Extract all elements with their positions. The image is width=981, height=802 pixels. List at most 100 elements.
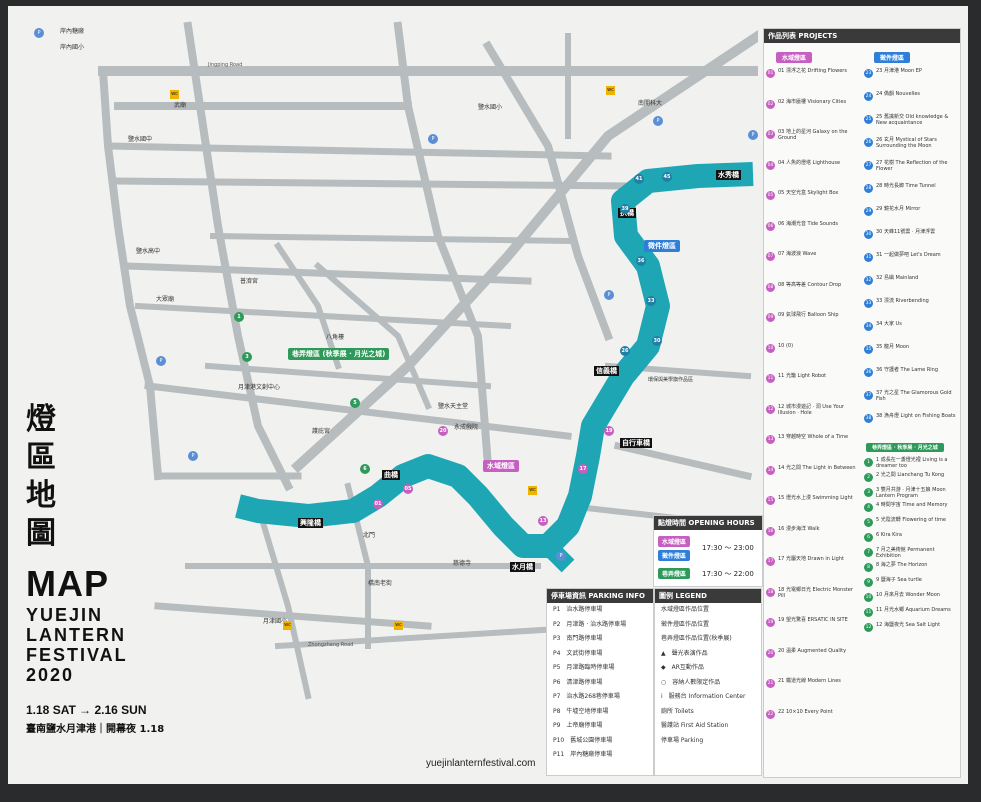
project-item[interactable]: 11 成長在一盞燈光裡 Living is a dreamer too (862, 455, 958, 470)
project-item[interactable]: 34 34 大家 Us (862, 319, 958, 342)
project-item[interactable]: 03 03 地上的星河 Galaxy on the Ground (764, 127, 860, 158)
hours-zone-alley: 巷弄燈區 (658, 568, 691, 579)
project-item[interactable]: 33 33 漂流 Riverbending (862, 296, 958, 319)
parking-marker[interactable]: P (34, 28, 44, 38)
project-item[interactable]: 06 06 海潮光音 Tide Sounds (764, 219, 860, 250)
project-item[interactable]: 35 35 龍月 Moon (862, 342, 958, 365)
project-item[interactable]: 22 光之間 Lianchang Tu Kong (862, 470, 958, 485)
project-marker[interactable]: 33 (646, 296, 656, 306)
project-item[interactable]: 04 04 人魚的燈塔 Lighthouse (764, 158, 860, 189)
project-item[interactable]: 12 12 城市漫遊記 · 洞 Use Your Illusion · Hole (764, 402, 860, 433)
project-item[interactable]: 28 28 時光長廊 Time Tunnel (862, 181, 958, 204)
project-item[interactable]: 66 Kira Kira (862, 530, 958, 545)
project-marker[interactable]: 1 (234, 312, 244, 322)
project-item[interactable]: 13 13 穿越時空 Whole of a Time (764, 432, 860, 463)
parking-marker[interactable]: P (188, 451, 198, 461)
project-marker[interactable]: 13 (538, 516, 548, 526)
project-item[interactable]: 33 雙月共游 · 月津十五娘 Moon Lantern Program (862, 485, 958, 500)
project-marker[interactable]: 20 (438, 426, 448, 436)
project-item[interactable]: 20 20 溫柔 Augmented Quality (764, 646, 860, 677)
list-row: ▲ 聲光表演作品 (661, 649, 708, 657)
project-item[interactable]: 55 光陰流轉 Flowering of time (862, 515, 958, 530)
parking-marker[interactable]: P (428, 134, 438, 144)
parking-marker[interactable]: P (604, 290, 614, 300)
project-item[interactable]: 44 時間宇宙 Time and Memory (862, 500, 958, 515)
project-marker[interactable]: 26 (620, 346, 630, 356)
list-row: P2 月津路 · 治水路停車場 (553, 620, 627, 628)
place-label: 永成戲院 (454, 424, 479, 431)
project-item[interactable]: 05 05 天空光盒 Skylight Box (764, 188, 860, 219)
project-number: 33 (864, 299, 873, 308)
companion-zone-label: 徵件燈區 (644, 240, 680, 252)
project-item[interactable]: 19 19 望光驚喜 ERSATIC IN SITE (764, 615, 860, 646)
project-item[interactable]: 31 31 一起做夢吧 Let's Dream (862, 250, 958, 273)
project-item[interactable]: 10 10 月來月去 Wonder Moon (862, 590, 958, 605)
project-marker[interactable]: 41 (634, 174, 644, 184)
project-item[interactable]: 09 09 氣球飛行 Balloon Ship (764, 310, 860, 341)
project-item[interactable]: 27 27 花樹 The Reflection of the Flower (862, 158, 958, 181)
project-item[interactable]: 16 16 漫步海洋 Walk (764, 524, 860, 555)
project-item[interactable]: 88 海之夢 The Horizon (862, 560, 958, 575)
project-item[interactable]: 07 07 海波浪 Wave (764, 249, 860, 280)
project-title: 19 望光驚喜 ERSATIC IN SITE (778, 617, 848, 623)
project-number: 6 (864, 533, 873, 542)
project-item[interactable]: 21 21 鐵道光線 Modern Lines (764, 676, 860, 707)
legend-title: 圖例 LEGEND (655, 589, 761, 603)
project-marker[interactable]: 6 (360, 464, 370, 474)
project-number: 29 (864, 207, 873, 216)
project-item[interactable]: 23 23 月津港 Moon EP (862, 66, 958, 89)
parking-marker[interactable]: P (748, 130, 758, 140)
project-marker[interactable]: 39 (620, 204, 630, 214)
project-item[interactable]: 17 17 光屬天地 Drawn in Light (764, 554, 860, 585)
project-item[interactable]: 37 37 光之星 The Glamorous Gold Fish (862, 388, 958, 411)
project-item[interactable]: 36 36 守護者 The Lame Ring (862, 365, 958, 388)
project-item[interactable]: 77 月之美術館 Permanent Exhibition (862, 545, 958, 560)
project-item[interactable]: 01 01 漂浮之花 Drifting Flowers (764, 66, 860, 97)
website-url[interactable]: yuejinlanternfestival.com (426, 758, 536, 769)
project-item[interactable]: 11 11 光籠 Light Robot (764, 371, 860, 402)
project-marker[interactable]: 3 (242, 352, 252, 362)
project-marker[interactable]: 5 (350, 398, 360, 408)
place-label: 岸內糖廠 (60, 28, 85, 35)
project-title: 09 氣球飛行 Balloon Ship (778, 312, 839, 318)
water-zone-label: 水域燈區 (483, 460, 519, 472)
project-marker[interactable]: 30 (652, 336, 662, 346)
project-title: 05 天空光盒 Skylight Box (778, 190, 839, 196)
project-item[interactable]: 99 鹽海子 Sea turtle (862, 575, 958, 590)
parking-marker[interactable]: P (556, 551, 566, 561)
project-item[interactable]: 22 22 10×10 Every Point (764, 707, 860, 738)
project-marker[interactable]: 45 (662, 172, 672, 182)
project-item[interactable]: 08 08 等高等差 Contour Drop (764, 280, 860, 311)
hours-time: 17:30 ～ 22:00 (702, 570, 754, 578)
project-title: 16 漫步海洋 Walk (778, 525, 820, 532)
project-item[interactable]: 38 38 漁舟燈 Light on Fishing Boats (862, 411, 958, 434)
project-item[interactable]: 25 25 舊識新交 Old knowledge & New acquaintan… (862, 112, 958, 135)
project-marker[interactable]: 05 (403, 484, 413, 494)
parking-marker[interactable]: P (653, 116, 663, 126)
project-item[interactable]: 02 02 海市蜃樓 Visionary Cities (764, 97, 860, 128)
project-item[interactable]: 11 11 月光水鄉 Aquarium Dreams (862, 605, 958, 620)
project-title: 12 海鹽夜光 Sea Salt Light (876, 622, 941, 628)
project-item[interactable]: 10 10 (0) (764, 341, 860, 372)
project-item[interactable]: 26 26 玄月 Mystical of Stars Surrounding th… (862, 135, 958, 158)
project-title: 21 鐵道光線 Modern Lines (778, 678, 841, 684)
project-item[interactable]: 32 32 島嶼 Mainland (862, 273, 958, 296)
project-title: 33 漂流 Riverbending (876, 298, 929, 304)
project-marker[interactable]: 36 (636, 256, 646, 266)
project-item[interactable]: 12 12 海鹽夜光 Sea Salt Light (862, 620, 958, 635)
project-item[interactable]: 18 18 光電鄉日光 Electric Monster Pill (764, 585, 860, 616)
place-label: 橋南老街 (368, 580, 393, 587)
project-item[interactable]: 29 29 鏡花水月 Mirror (862, 204, 958, 227)
project-item[interactable]: 24 24 偽韻 Nouvelles (862, 89, 958, 112)
legend-list: 水域燈區作品位置 徵件燈區作品位置 巷弄燈區作品位置(秋季展) ▲ 聲光表演作品 ◆ A… (655, 603, 761, 748)
parking-marker[interactable]: P (156, 356, 166, 366)
list-row: 巷弄燈區作品位置(秋季展) (661, 635, 732, 642)
project-title: 15 燈光水上漫 Swimming Light (778, 495, 853, 501)
project-marker[interactable]: 17 (578, 464, 588, 474)
project-item[interactable]: 15 15 燈光水上漫 Swimming Light (764, 493, 860, 524)
project-item[interactable]: 30 30 天峰11號雲 · 月津浮雲 (862, 227, 958, 250)
project-number: 30 (864, 230, 873, 239)
project-marker[interactable]: 19 (604, 426, 614, 436)
project-marker[interactable]: 01 (373, 499, 383, 509)
project-item[interactable]: 14 14 光之間 The Light in Between (764, 463, 860, 494)
